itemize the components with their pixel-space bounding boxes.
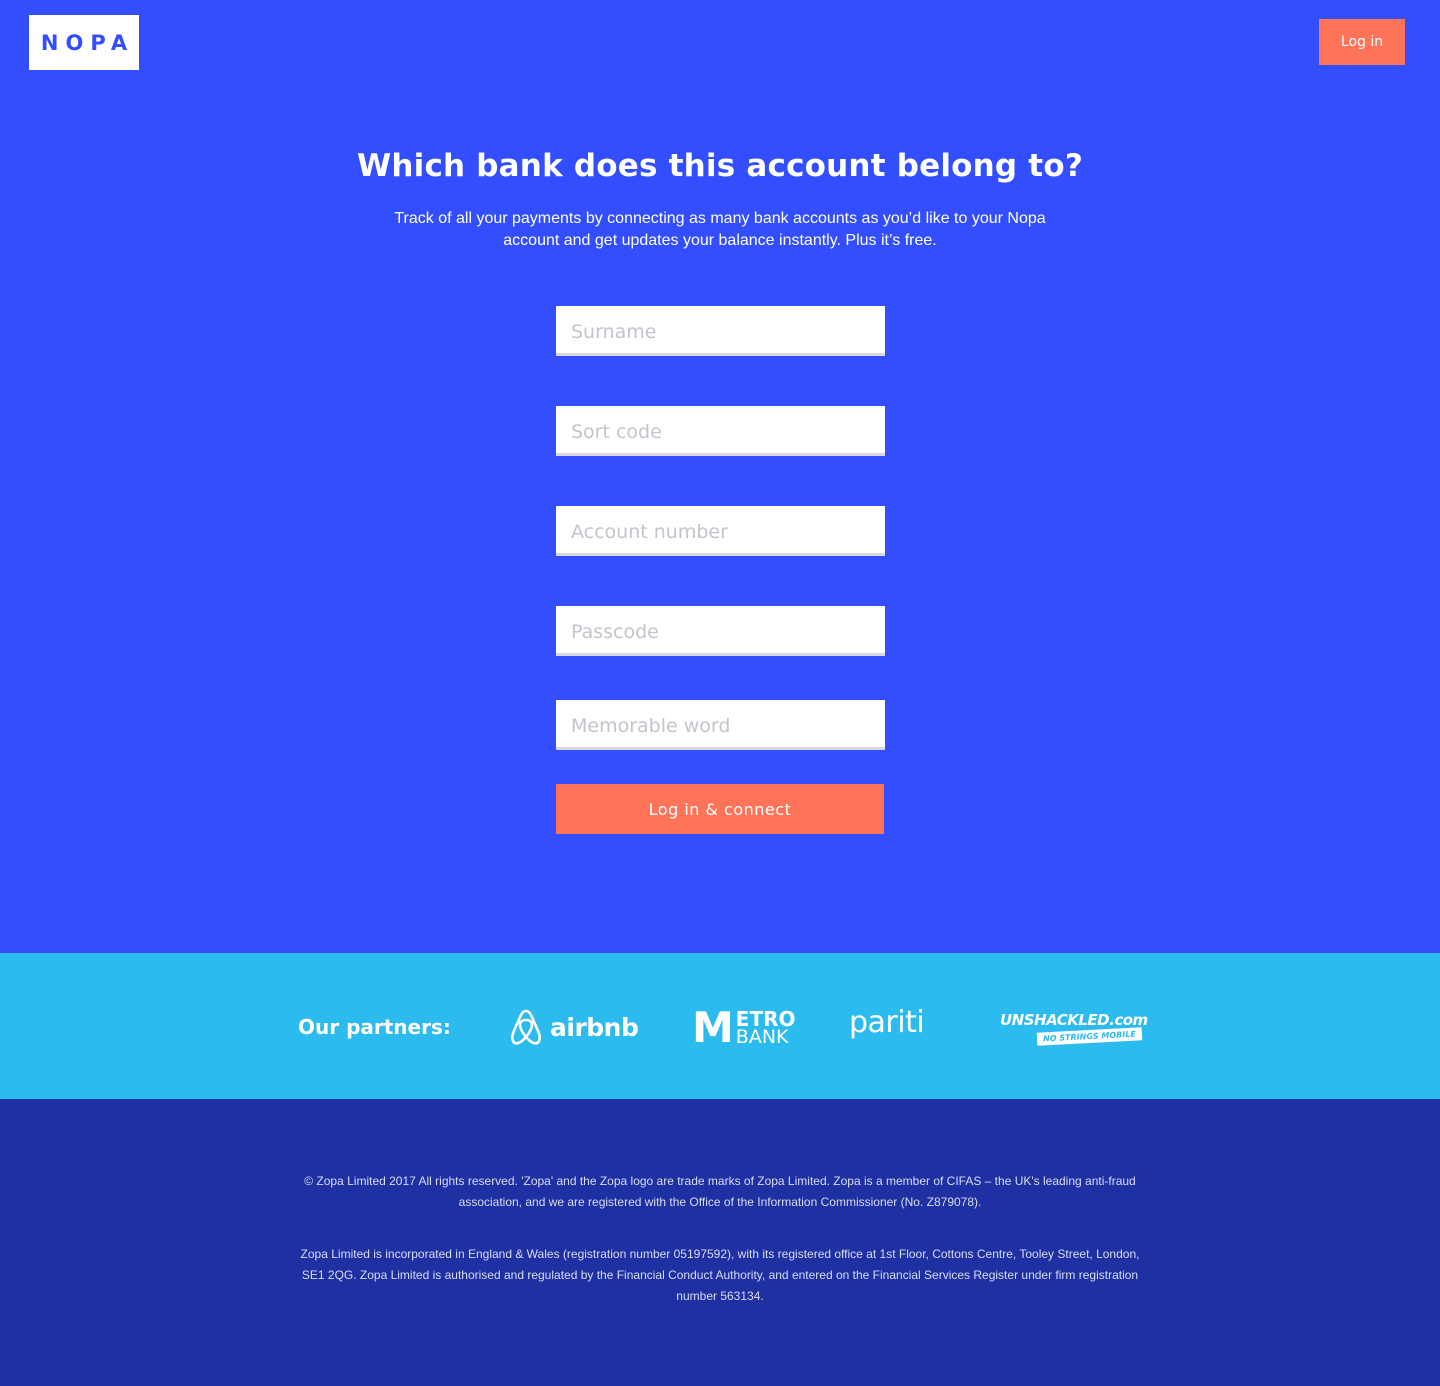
sort-code-input[interactable] [556, 406, 885, 456]
unshackled-logo: UNSHACKLED.com NO STRINGS MOBILE [1000, 1011, 1148, 1046]
airbnb-wordmark: airbnb [550, 1012, 639, 1042]
memorable-word-input[interactable] [556, 700, 885, 750]
account-number-input[interactable] [556, 506, 885, 556]
airbnb-logo: airbnb [508, 1008, 639, 1046]
partners-label: Our partners: [298, 1015, 451, 1039]
footer: © Zopa Limited 2017 All rights reserved.… [0, 1099, 1440, 1386]
partners-section: Our partners: airbnb M ETRO BANK pariti … [0, 953, 1440, 1099]
unshackled-tagline: NO STRINGS MOBILE [1036, 1027, 1142, 1046]
hero-section: NOPA Log in Which bank does this account… [0, 0, 1440, 953]
surname-input[interactable] [556, 306, 885, 356]
page-subtitle: Track of all your payments by connecting… [394, 210, 1046, 249]
metro-wordmark: ETRO BANK [735, 1009, 796, 1048]
login-button[interactable]: Log in [1319, 19, 1405, 65]
pariti-logo: pariti [849, 1005, 925, 1040]
passcode-input[interactable] [556, 606, 885, 656]
metro-m: M [692, 1003, 734, 1052]
unshackled-wordmark: UNSHACKLED.com [1000, 1011, 1148, 1029]
metro-bottom: BANK [735, 1026, 789, 1048]
page-title: Which bank does this account belong to? [356, 148, 1084, 184]
airbnb-belo-icon [510, 1009, 542, 1045]
nopa-logo[interactable]: NOPA [29, 15, 139, 70]
metro-bank-logo: M ETRO BANK [692, 1003, 796, 1052]
logo-text: NOPA [40, 30, 135, 55]
login-connect-button[interactable]: Log in & connect [556, 784, 884, 834]
footer-copyright: © Zopa Limited 2017 All rights reserved.… [304, 1174, 1136, 1209]
footer-registration: Zopa Limited is incorporated in England … [300, 1247, 1140, 1303]
